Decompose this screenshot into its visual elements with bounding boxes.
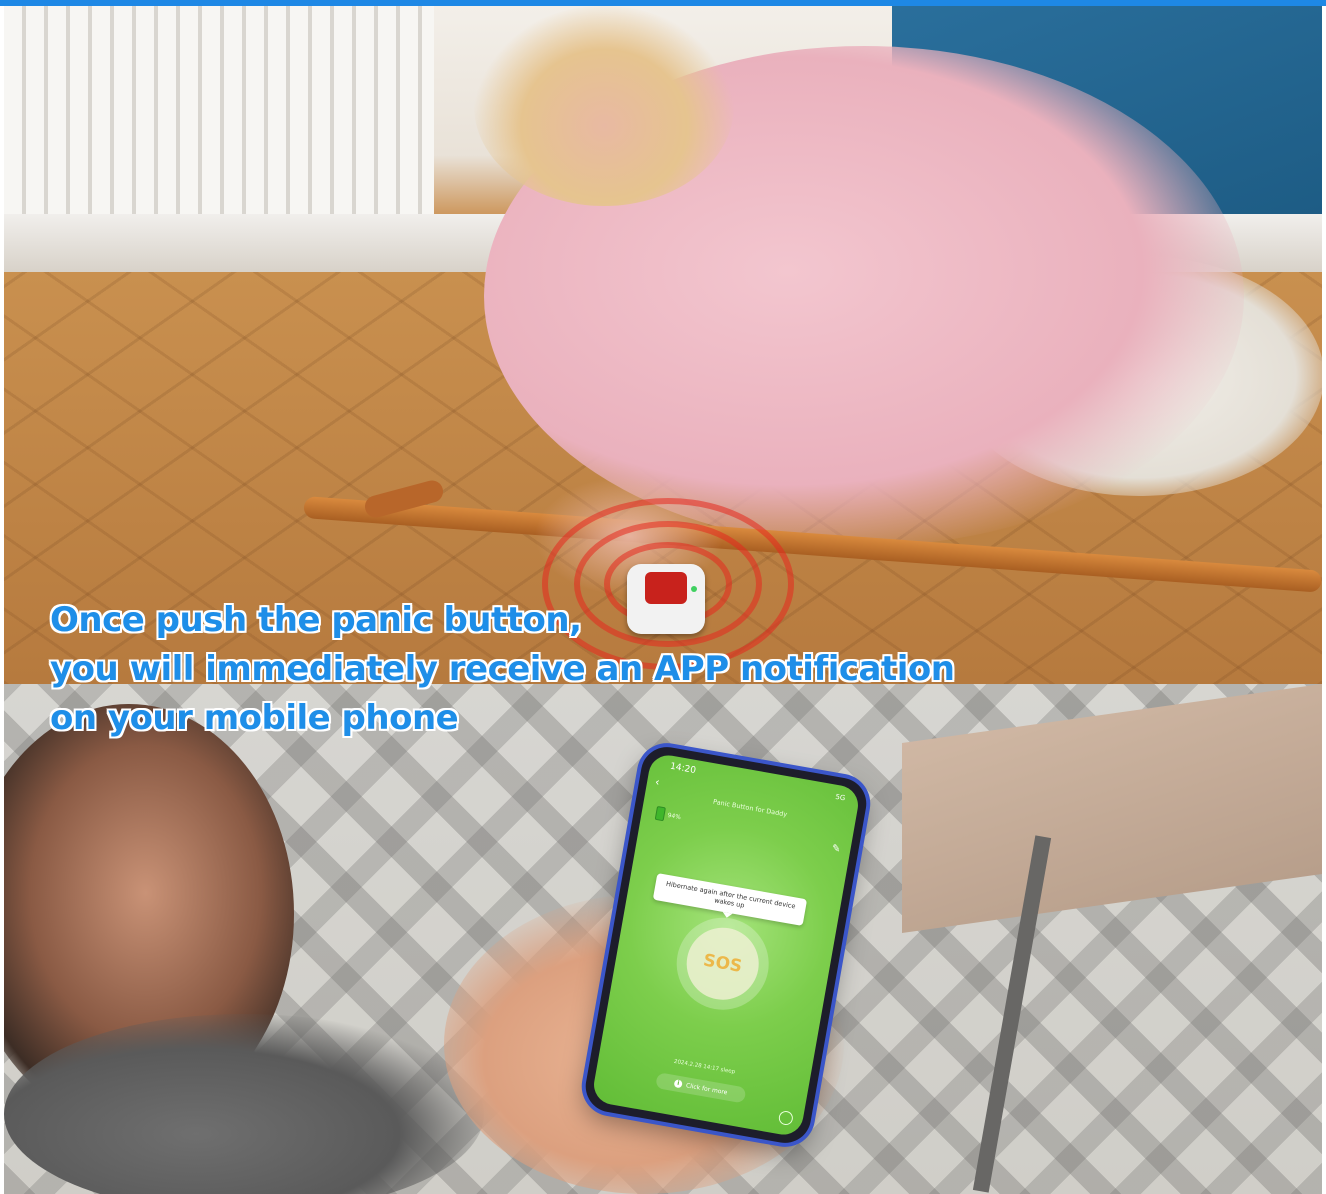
battery-icon [654,805,666,822]
status-signal: 5G [834,792,846,803]
caption-line-1: Once push the panic button, [50,600,582,640]
sos-button[interactable]: SOS [669,910,776,1018]
woman-head [474,6,734,206]
battery-level: 94% [667,811,682,822]
status-tooltip: Hibernate again after the current device… [652,873,808,926]
status-led-icon [691,586,697,592]
caption-line-2: you will immediately receive an APP noti… [50,649,955,689]
settings-icon[interactable] [777,1109,794,1127]
promo-caption: Once push the panic button, you will imm… [50,596,955,743]
caption-line-3: on your mobile phone [50,698,459,738]
edit-icon[interactable]: ✎ [831,843,841,855]
status-time: 14:20 [669,761,697,777]
sos-button-inner: SOS [680,922,765,1006]
photo-woman-fallen [4,6,1322,684]
radiator [4,6,434,216]
info-icon: i [673,1079,683,1089]
click-more-label: Click for more [685,1081,728,1096]
click-more-button[interactable]: i Click for more [655,1072,747,1104]
sos-label: SOS [701,950,744,977]
app-title: Panic Button for Daddy [712,797,788,819]
